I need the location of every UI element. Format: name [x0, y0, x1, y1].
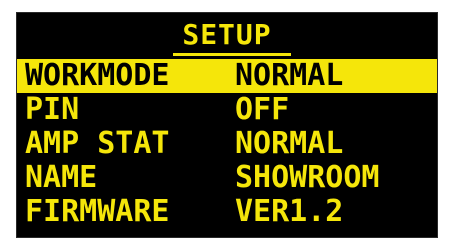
menu-row-name[interactable]: NAME SHOWROOM [17, 161, 437, 195]
menu-row-pin[interactable]: PIN OFF [17, 93, 437, 127]
menu-row-firmware[interactable]: FIRMWARE VER1.2 [17, 195, 437, 229]
menu-row-label: PIN [25, 92, 80, 127]
menu-row-label: AMP STAT [25, 126, 170, 161]
menu-row-value: VER1.2 [235, 194, 344, 229]
setup-screen: SETUP WORKMODE NORMAL PIN OFF AMP STAT N… [16, 12, 438, 238]
menu-row-value: SHOWROOM [235, 160, 380, 195]
menu-row-label: NAME [25, 160, 98, 195]
menu-row-value: OFF [235, 92, 290, 127]
menu-row-value: NORMAL [235, 58, 344, 93]
menu-row-workmode[interactable]: WORKMODE NORMAL [17, 59, 437, 93]
menu-row-amp-stat[interactable]: AMP STAT NORMAL [17, 127, 437, 161]
title-underline [173, 53, 291, 56]
menu-row-label: FIRMWARE [25, 194, 170, 229]
menu-title: SETUP [182, 18, 272, 51]
menu-row-value: NORMAL [235, 126, 344, 161]
menu-row-label: WORKMODE [25, 58, 170, 93]
